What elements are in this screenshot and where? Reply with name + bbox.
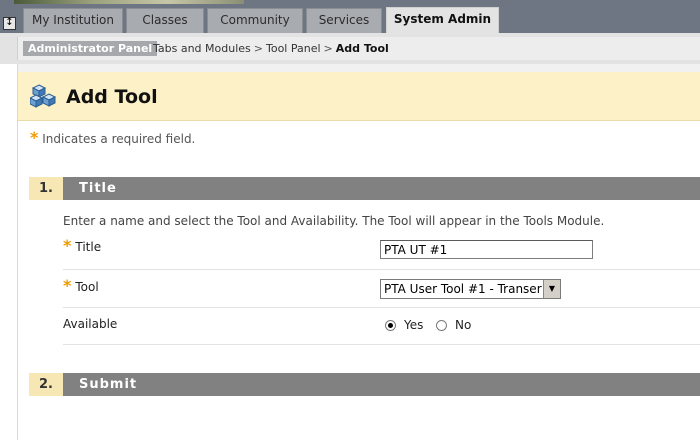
title-label: * Title — [63, 238, 102, 255]
banner-image-strip — [14, 0, 244, 4]
title-input[interactable] — [380, 240, 593, 259]
panel-top-strip — [18, 64, 700, 72]
tool-label: * Tool — [63, 278, 99, 295]
available-row: Available Yes No — [63, 307, 700, 345]
collapse-frame-icon[interactable]: ↕ — [3, 17, 16, 30]
breadcrumb-bar: Administrator Panel Tabs and Modules > Too… — [0, 33, 700, 64]
chevron-down-icon[interactable]: ▼ — [543, 280, 560, 298]
tool-select-value: PTA User Tool #1 - Transer — [384, 282, 542, 296]
step-label: Submit — [79, 377, 138, 392]
content-panel: Add Tool * Indicates a required field. 1… — [17, 64, 700, 440]
breadcrumb-item-tool-panel[interactable]: Tool Panel — [266, 42, 321, 55]
breadcrumb-trail: Tabs and Modules > Tool Panel > Add Tool — [153, 41, 389, 56]
tool-row: * Tool PTA User Tool #1 - Transer ▼ — [63, 269, 700, 308]
form-instructions: Enter a name and select the Tool and Ava… — [63, 214, 605, 228]
available-no-label[interactable]: No — [455, 318, 471, 332]
step-number: 2. — [29, 373, 63, 396]
tool-cubes-icon — [28, 83, 58, 112]
page-header: Add Tool — [18, 72, 700, 121]
administrator-panel-badge[interactable]: Administrator Panel — [23, 41, 158, 56]
tab-my-institution[interactable]: My Institution — [23, 8, 123, 33]
step-label: Title — [79, 181, 117, 196]
available-label: Available — [63, 317, 118, 331]
available-yes-label[interactable]: Yes — [404, 318, 423, 332]
breadcrumb-item-tabs-and-modules[interactable]: Tabs and Modules — [153, 42, 251, 55]
tool-select[interactable]: PTA User Tool #1 - Transer ▼ — [380, 279, 561, 299]
tab-system-admin[interactable]: System Admin — [386, 7, 499, 34]
title-label-text: Title — [75, 240, 102, 254]
step-2-header: 2. Submit — [29, 373, 700, 396]
step-1-header: 1. Title — [29, 177, 700, 200]
tab-services[interactable]: Services — [306, 8, 382, 33]
breadcrumb: Administrator Panel Tabs and Modules > Too… — [17, 37, 700, 60]
required-star-icon: * — [63, 236, 72, 255]
available-no-radio[interactable] — [436, 320, 447, 331]
required-star-icon: * — [63, 276, 72, 295]
top-tab-bar: ↕ My Institution Classes Community Servi… — [0, 0, 700, 34]
tab-classes[interactable]: Classes — [126, 8, 204, 33]
tab-community[interactable]: Community — [207, 8, 303, 33]
breadcrumb-separator: > — [323, 42, 333, 55]
available-yes-radio[interactable] — [385, 320, 396, 331]
tool-label-text: Tool — [75, 280, 99, 294]
page-title: Add Tool — [66, 86, 158, 108]
breadcrumb-separator: > — [253, 42, 263, 55]
required-note-text: Indicates a required field. — [42, 132, 196, 146]
title-row: * Title — [63, 234, 700, 270]
required-star-icon: * — [30, 128, 39, 147]
breadcrumb-item-current: Add Tool — [335, 42, 389, 55]
step-number: 1. — [29, 177, 63, 200]
required-field-note: * Indicates a required field. — [30, 130, 196, 147]
